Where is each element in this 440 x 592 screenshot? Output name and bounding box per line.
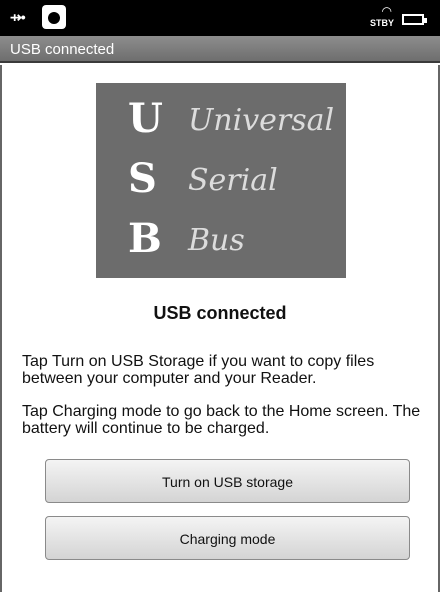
app-icon (42, 5, 66, 29)
status-bar: ⇸• ◠ STBY (0, 0, 440, 36)
usb-icon: ⇸• (10, 9, 26, 25)
logo-letter: B (128, 215, 162, 262)
logo-row-serial: S Serial (96, 155, 346, 215)
usb-logo-image: U Universal S Serial B Bus (96, 83, 346, 278)
logo-word: Universal (188, 103, 335, 138)
turn-on-usb-storage-button[interactable]: Turn on USB storage (45, 459, 410, 503)
wifi-icon: ◠ (381, 4, 392, 18)
frame-left-border (0, 65, 2, 592)
charging-mode-instructions: Tap Charging mode to go back to the Home… (22, 403, 421, 437)
page-title: USB connected (10, 41, 115, 58)
logo-letter: S (128, 155, 157, 202)
battery-icon (402, 14, 427, 25)
logo-word: Serial (188, 163, 278, 198)
logo-letter: U (128, 95, 163, 142)
charging-mode-button[interactable]: Charging mode (45, 516, 410, 560)
standby-label: STBY (369, 18, 394, 28)
logo-row-universal: U Universal (96, 95, 346, 155)
logo-word: Bus (188, 223, 245, 258)
logo-row-bus: B Bus (96, 215, 346, 275)
usb-connected-heading: USB connected (153, 303, 287, 323)
usb-storage-instructions: Tap Turn on USB Storage if you want to c… (22, 353, 375, 387)
title-bar: USB connected (0, 36, 440, 63)
